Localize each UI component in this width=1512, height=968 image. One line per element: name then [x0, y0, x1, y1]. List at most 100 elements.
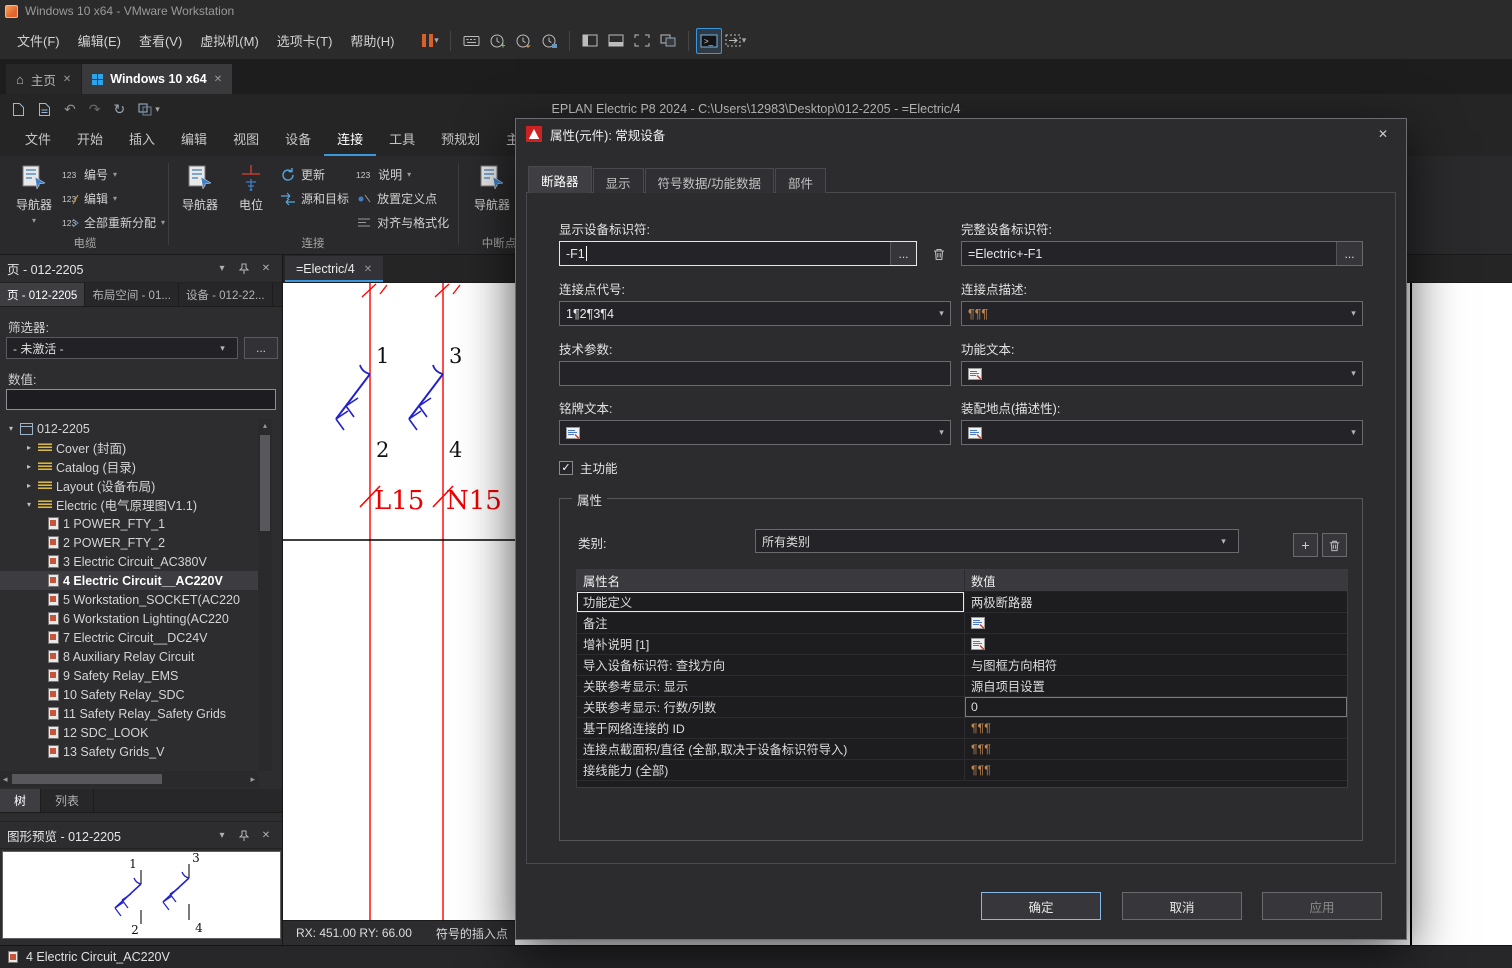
preview-panel-header[interactable]: 图形预览 - 012-2205 ▾ ✕ [0, 821, 282, 849]
qat-refresh-button[interactable]: ↻ [113, 101, 125, 118]
tree-vertical-scrollbar[interactable]: ▴ [258, 419, 272, 771]
dropdown-arrow-icon[interactable]: ▾ [214, 343, 231, 354]
value-input[interactable] [6, 389, 276, 410]
ribbon-tab-insert[interactable]: 插入 [116, 122, 168, 156]
tab-list[interactable]: 列表 [41, 789, 94, 812]
editor-tab-electric4[interactable]: =Electric/4 ✕ [285, 256, 383, 282]
tree-item-page-9[interactable]: 9 Safety Relay_EMS [0, 666, 258, 685]
expander-icon[interactable]: ▾ [24, 500, 34, 509]
expander-icon[interactable]: ▾ [6, 424, 16, 433]
graphical-preview[interactable]: 1 3 2 4 [2, 851, 281, 939]
panel-close-icon[interactable]: ✕ [257, 830, 275, 841]
expander-icon[interactable]: ▸ [24, 481, 34, 490]
ribbon-tab-view[interactable]: 视图 [220, 122, 272, 156]
fit-guest-caret-icon[interactable]: ▾ [742, 35, 747, 46]
cable-numbering-button[interactable]: 123 编号 ▾ [62, 166, 165, 183]
panel-tab-layout-space[interactable]: 布局空间 - 01... [85, 283, 179, 306]
revert-snapshot-button[interactable] [510, 28, 536, 54]
qat-open-button[interactable] [38, 102, 51, 117]
expander-icon[interactable]: ▸ [24, 462, 34, 471]
menu-tabs[interactable]: 选项卡(T) [268, 26, 342, 55]
pause-vm-button[interactable]: ▾ [417, 28, 443, 54]
ok-button[interactable]: 确定 [981, 892, 1101, 920]
place-definition-point-button[interactable]: 放置定义点 [356, 190, 454, 207]
tree-item-page-3[interactable]: 3 Electric Circuit_AC380V [0, 552, 258, 571]
expander-icon[interactable]: ▸ [24, 443, 34, 452]
tree-item-cover[interactable]: ▸ Cover (封面) [0, 438, 258, 457]
tree-item-page-13[interactable]: 13 Safety Grids_V [0, 742, 258, 761]
dialog-tab-breaker[interactable]: 断路器 [528, 166, 592, 193]
tree-item-project[interactable]: ▾ 012-2205 [0, 419, 258, 438]
show-library-button[interactable] [577, 28, 603, 54]
tab-vm-windows10[interactable]: Windows 10 x64 ✕ [82, 64, 232, 94]
scrollbar-thumb[interactable] [12, 774, 162, 784]
scroll-left-icon[interactable]: ◂ [3, 774, 8, 785]
panel-menu-icon[interactable]: ▾ [213, 830, 231, 841]
pages-panel-header[interactable]: 页 - 012-2205 ▾ ✕ [0, 255, 282, 283]
tree-item-page-4-selected[interactable]: 4 Electric Circuit__AC220V [0, 571, 258, 590]
source-target-button[interactable]: 源和目标 [280, 190, 356, 207]
scroll-up-icon[interactable]: ▴ [263, 421, 267, 430]
tree-item-page-7[interactable]: 7 Electric Circuit__DC24V [0, 628, 258, 647]
cable-edit-button[interactable]: 123 编辑 ▾ [62, 190, 165, 207]
filter-combo[interactable]: - 未激活 - ▾ [6, 337, 238, 359]
filter-browse-button[interactable]: ... [244, 337, 278, 359]
tree-item-page-11[interactable]: 11 Safety Relay_Safety Grids [0, 704, 258, 723]
update-button[interactable]: 更新 [280, 166, 356, 183]
menu-help[interactable]: 帮助(H) [341, 26, 403, 55]
tree-horizontal-scrollbar[interactable]: ◂ ▸ [0, 771, 258, 787]
cable-reassign-all-button[interactable]: 123 全部重新分配 ▾ [62, 214, 165, 231]
ribbon-tab-preplanning[interactable]: 预规划 [428, 122, 493, 156]
panel-tab-pages[interactable]: 页 - 012-2205 [0, 283, 85, 306]
align-format-button[interactable]: 对齐与格式化 [356, 214, 454, 231]
send-ctrl-alt-del-button[interactable] [458, 28, 484, 54]
snapshot-manager-button[interactable] [536, 28, 562, 54]
fullscreen-button[interactable] [629, 28, 655, 54]
panel-pin-icon[interactable] [235, 263, 253, 274]
dialog-titlebar[interactable]: 属性(元件): 常规设备 [516, 119, 1406, 149]
qat-new-page-button[interactable] [12, 102, 25, 117]
tree-item-page-5[interactable]: 5 Workstation_SOCKET(AC220 [0, 590, 258, 609]
menu-file[interactable]: 文件(F) [8, 26, 69, 55]
ribbon-tab-start[interactable]: 开始 [64, 122, 116, 156]
ribbon-tab-tools[interactable]: 工具 [376, 122, 428, 156]
take-snapshot-button[interactable] [484, 28, 510, 54]
dialog-tab-parts[interactable]: 部件 [775, 168, 826, 193]
tree-item-page-12[interactable]: 12 SDC_LOOK [0, 723, 258, 742]
show-thumbnail-bar-button[interactable] [603, 28, 629, 54]
tree-item-catalog[interactable]: ▸ Catalog (目录) [0, 457, 258, 476]
tree-item-layout[interactable]: ▸ Layout (设备布局) [0, 476, 258, 495]
qat-redo-button[interactable]: ↷ [89, 101, 101, 118]
scroll-right-icon[interactable]: ▸ [250, 774, 255, 785]
pause-caret-icon[interactable]: ▾ [434, 35, 439, 46]
dialog-close-icon[interactable]: ✕ [1368, 123, 1398, 145]
tree-item-page-2[interactable]: 2 POWER_FTY_2 [0, 533, 258, 552]
apply-button[interactable]: 应用 [1262, 892, 1382, 920]
tree-item-page-6[interactable]: 6 Workstation Lighting(AC220 [0, 609, 258, 628]
tree-item-electric[interactable]: ▾ Electric (电气原理图V1.1) [0, 495, 258, 514]
menu-vm[interactable]: 虚拟机(M) [191, 26, 268, 55]
tree-item-page-10[interactable]: 10 Safety Relay_SDC [0, 685, 258, 704]
qat-layers-button[interactable]: ▾ [138, 103, 160, 116]
description-button[interactable]: 123 说明 ▾ [356, 166, 454, 183]
qat-undo-button[interactable]: ↶ [64, 101, 76, 118]
panel-tab-devices[interactable]: 设备 - 012-22... [179, 283, 273, 306]
cancel-button[interactable]: 取消 [1122, 892, 1242, 920]
scrollbar-thumb[interactable] [260, 435, 270, 531]
panel-menu-icon[interactable]: ▾ [213, 263, 231, 274]
fit-guest-button[interactable]: ▾ [722, 28, 748, 54]
console-view-button[interactable]: >_ [696, 28, 722, 54]
tab-tree[interactable]: 树 [0, 789, 41, 812]
menu-view[interactable]: 查看(V) [130, 26, 191, 55]
tab-vm-close-icon[interactable]: ✕ [214, 74, 222, 85]
ribbon-tab-file[interactable]: 文件 [12, 122, 64, 156]
ribbon-tab-connection[interactable]: 连接 [324, 122, 376, 156]
editor-tab-close-icon[interactable]: ✕ [364, 264, 372, 275]
ribbon-tab-edit[interactable]: 编辑 [168, 122, 220, 156]
dialog-tab-display[interactable]: 显示 [593, 168, 644, 193]
qat-layers-caret-icon[interactable]: ▾ [155, 104, 160, 115]
tab-home-close-icon[interactable]: ✕ [63, 74, 71, 85]
unity-mode-button[interactable] [655, 28, 681, 54]
tab-home[interactable]: ⌂ 主页 ✕ [6, 64, 81, 94]
tree-item-page-1[interactable]: 1 POWER_FTY_1 [0, 514, 258, 533]
